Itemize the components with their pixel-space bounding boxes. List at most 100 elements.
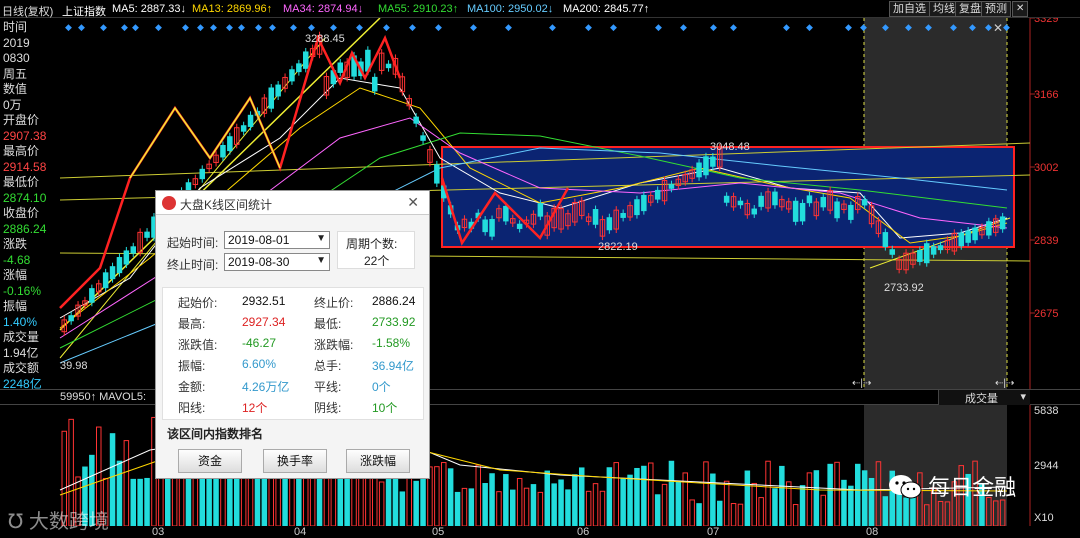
stat-value: -1.58%	[372, 336, 411, 350]
event-marker-icon[interactable]: ◆	[470, 23, 477, 33]
volume-bar	[454, 491, 461, 526]
watermark: ℧ 大数跨境	[8, 505, 109, 534]
event-marker-icon[interactable]: ◆	[882, 23, 889, 33]
stat-key: 阴线:	[314, 401, 342, 415]
volume-bar	[855, 463, 861, 526]
volume-bar	[848, 485, 854, 526]
event-marker-icon[interactable]: ◆	[65, 23, 72, 33]
quote-field: 最高价	[3, 144, 40, 158]
event-marker-icon[interactable]: ◆	[860, 23, 867, 33]
event-marker-icon[interactable]: ◆	[585, 23, 592, 33]
add-watchlist-button[interactable]: 加自选	[889, 1, 930, 17]
turnover-rank-button[interactable]: 换手率	[263, 449, 327, 473]
event-marker-icon[interactable]: ◆	[680, 23, 687, 33]
quote-info-panel: 时间 2019 0830 周五 数值 0万 开盘价 2907.38 最高价 2914.58 最低价 2…	[0, 20, 58, 405]
range-stats-dialog[interactable]: 大盘K线区间统计 ✕ 起始时间: 2019-08-01 ▼ 终止时间: 2019…	[155, 190, 430, 479]
event-marker-icon[interactable]: ◆	[549, 23, 556, 33]
event-marker-icon[interactable]: ◆	[182, 23, 189, 33]
change-rank-button[interactable]: 涨跌幅	[346, 449, 410, 473]
event-marker-icon[interactable]: ◆	[1003, 23, 1010, 33]
event-marker-icon[interactable]: ◆	[100, 23, 107, 33]
end-date-select[interactable]: 2019-08-30 ▼	[224, 253, 330, 271]
volume-bar	[779, 465, 785, 526]
start-time-label: 起始时间:	[167, 236, 219, 250]
quote-field: 开盘价	[3, 113, 40, 127]
event-marker-icon[interactable]: ◆	[783, 23, 790, 33]
month-label: 05	[432, 526, 445, 538]
price-tick: 3329	[1034, 18, 1058, 25]
event-marker-icon[interactable]: ◆	[710, 23, 717, 33]
period-count-label: 周期个数:	[346, 237, 398, 251]
event-marker-icon[interactable]: ◆	[969, 23, 976, 33]
event-marker-icon[interactable]: ◆	[308, 23, 315, 33]
chart-mode-label: 日线(复权)	[2, 6, 54, 18]
quote-field: 涨幅	[3, 268, 28, 282]
volume-indicator-dropdown[interactable]: 成交量 ▾	[938, 390, 1030, 405]
chevron-down-icon: ▾	[1020, 391, 1026, 403]
range-start-handle[interactable]: ⇠|⇢	[852, 378, 871, 389]
chevron-down-icon: ▼	[316, 255, 326, 266]
event-marker-icon[interactable]: ◆	[505, 23, 512, 33]
volume-bar	[772, 488, 778, 526]
capital-rank-button[interactable]: 资金	[178, 449, 242, 473]
event-marker-icon[interactable]: ◆	[290, 23, 297, 33]
ma100-readout: MA100: 2950.02↓	[467, 3, 554, 15]
volume-bar	[868, 477, 875, 526]
volume-bar	[116, 460, 123, 526]
event-marker-icon[interactable]: ◆	[610, 23, 617, 33]
event-marker-icon[interactable]: ◆	[210, 23, 217, 33]
end-time-label: 终止时间:	[167, 258, 219, 272]
high-annotation: 3288.45	[305, 33, 345, 45]
price-tick: 2675	[1034, 308, 1058, 320]
volume-bar	[482, 483, 488, 526]
stat-value: 2932.51	[242, 294, 286, 308]
volume-bar	[130, 478, 136, 526]
event-marker-icon[interactable]: ◆	[155, 23, 162, 33]
event-marker-icon[interactable]: ◆	[269, 23, 276, 33]
volume-bar	[620, 478, 626, 526]
end-date-value: 2019-08-30	[228, 255, 290, 269]
event-marker-icon[interactable]: ◆	[383, 23, 390, 33]
forecast-button[interactable]: 预测	[981, 1, 1011, 17]
event-marker-icon[interactable]: ◆	[925, 23, 932, 33]
left-value-annotation: 39.98	[60, 360, 88, 372]
volume-bar	[744, 470, 751, 526]
event-marker-icon[interactable]: ◆	[950, 23, 957, 33]
dialog-titlebar[interactable]: 大盘K线区间统计 ✕	[156, 191, 429, 215]
chevron-down-icon: ▼	[316, 233, 326, 244]
event-marker-icon[interactable]: ◆	[730, 23, 737, 33]
event-marker-icon[interactable]: ◆	[985, 23, 992, 33]
event-marker-icon[interactable]: ◆	[845, 23, 852, 33]
event-marker-icon[interactable]: ◆	[121, 23, 128, 33]
quote-field: 数值	[3, 82, 28, 96]
event-marker-icon[interactable]: ◆	[905, 23, 912, 33]
ma200-readout: MA200: 2845.77↑	[563, 3, 650, 15]
event-marker-icon[interactable]: ◆	[197, 23, 204, 33]
stat-key: 总手:	[314, 359, 342, 373]
range-close-icon[interactable]: ✕	[993, 21, 1003, 35]
event-marker-icon[interactable]: ◆	[356, 23, 363, 33]
start-date-select[interactable]: 2019-08-01 ▼	[224, 231, 330, 249]
event-marker-icon[interactable]: ◆	[132, 23, 139, 33]
volume-bar	[510, 489, 516, 526]
close-icon[interactable]: ✕	[407, 194, 419, 211]
event-marker-icon[interactable]: ◆	[226, 23, 233, 33]
event-marker-icon[interactable]: ◆	[238, 23, 245, 33]
quote-field: 2019	[3, 35, 30, 50]
event-marker-icon[interactable]: ◆	[655, 23, 662, 33]
range-end-handle[interactable]: ⇠|⇢	[995, 378, 1014, 389]
event-marker-icon[interactable]: ◆	[409, 23, 416, 33]
volume-bar	[903, 497, 909, 526]
stat-value: 2927.34	[242, 315, 286, 329]
close-chart-icon[interactable]: ✕	[1012, 1, 1029, 17]
month-axis: 03 04 05 06 07 08	[0, 526, 1030, 538]
watermark-logo-icon: ℧	[8, 511, 29, 533]
event-marker-icon[interactable]: ◆	[435, 23, 442, 33]
event-marker-icon[interactable]: ◆	[78, 23, 85, 33]
chart-header-bar: 日线(复权) 上证指数 MA5: 2887.33↓ MA13: 2869.96↑…	[0, 0, 1080, 18]
stat-key: 阳线:	[178, 401, 206, 415]
event-marker-icon[interactable]: ◆	[255, 23, 262, 33]
event-marker-icon[interactable]: ◆	[806, 23, 813, 33]
quote-field: 成交额	[3, 361, 40, 375]
event-marker-icon[interactable]: ◆	[330, 23, 337, 33]
